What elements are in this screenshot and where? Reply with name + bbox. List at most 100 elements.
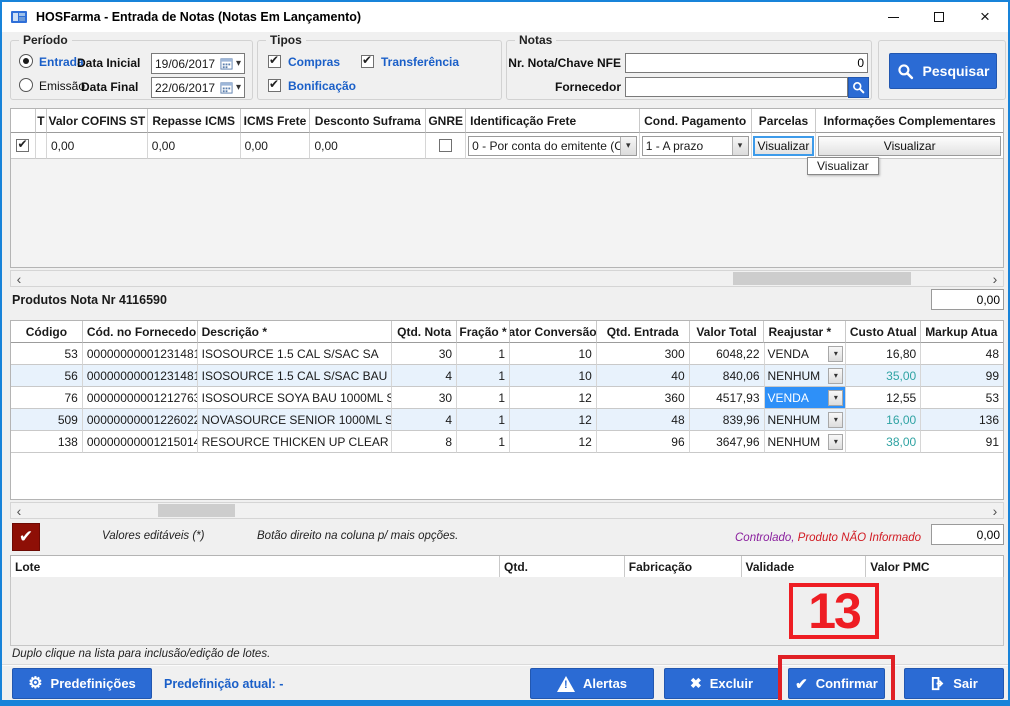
fornecedor-input[interactable]: [629, 80, 844, 94]
cond-pagamento-select[interactable]: 1 - A prazo ▾: [642, 136, 749, 156]
products-grid-hscrollbar[interactable]: ‹ ›: [10, 502, 1004, 519]
chevron-down-icon[interactable]: ▾: [828, 368, 843, 384]
scroll-left-icon[interactable]: ‹: [11, 271, 27, 286]
reajustar-select-focused[interactable]: VENDA▾: [767, 389, 844, 407]
cell-cod-fornecedor[interactable]: 000000000012127630: [83, 387, 198, 409]
reajustar-select[interactable]: NENHUM▾: [767, 367, 844, 385]
calendar-icon[interactable]: [220, 81, 233, 94]
chevron-down-icon[interactable]: ▾: [732, 137, 748, 155]
checkbox-bonificacao-label[interactable]: Bonificação: [288, 79, 356, 93]
cell-descricao[interactable]: NOVASOURCE SENIOR 1000ML SA: [198, 409, 393, 431]
cell-fracao[interactable]: 1: [457, 343, 510, 365]
scroll-right-icon[interactable]: ›: [987, 503, 1003, 518]
cell-custo-atual[interactable]: 38,00: [846, 431, 921, 453]
info-complementares-visualizar-button[interactable]: Visualizar: [818, 136, 1001, 156]
cell-qtd-nota[interactable]: 30: [392, 343, 457, 365]
cell-cod-fornecedor[interactable]: 000000000012150146: [83, 431, 198, 453]
fornecedor-search-button[interactable]: [848, 77, 869, 98]
cell-qtd-nota[interactable]: 4: [392, 365, 457, 387]
product-row[interactable]: 509 000000000012260227 NOVASOURCE SENIOR…: [11, 409, 1003, 431]
product-row[interactable]: 56 000000000012314811 ISOSOURCE 1.5 CAL …: [11, 365, 1003, 387]
cell-markup[interactable]: 91: [921, 431, 1003, 453]
reajustar-select[interactable]: VENDA▾: [767, 345, 844, 363]
cell-qtd-entrada[interactable]: 300: [597, 343, 690, 365]
parcelas-visualizar-button[interactable]: Visualizar: [753, 136, 815, 156]
cell-cod-fornecedor[interactable]: 000000000012260227: [83, 409, 198, 431]
cell-t[interactable]: [36, 133, 47, 159]
cell-fator-conversao[interactable]: 10: [510, 365, 597, 387]
chevron-down-icon[interactable]: ▾: [236, 58, 241, 69]
radio-emissao-label[interactable]: Emissão: [39, 79, 85, 93]
cell-fracao[interactable]: 1: [457, 365, 510, 387]
radio-entrada[interactable]: [19, 54, 33, 68]
cell-valor-total[interactable]: 3647,96: [690, 431, 765, 453]
cell-codigo[interactable]: 509: [11, 409, 83, 431]
chevron-down-icon[interactable]: ▾: [828, 412, 843, 428]
cell-valor-total[interactable]: 840,06: [690, 365, 765, 387]
product-row[interactable]: 138 000000000012150146 RESOURCE THICKEN …: [11, 431, 1003, 453]
produtos-total-input[interactable]: [935, 293, 1000, 307]
cell-repasse-icms[interactable]: 0,00: [148, 133, 241, 159]
cell-custo-atual[interactable]: 12,55: [846, 387, 921, 409]
checkbox-compras-label[interactable]: Compras: [288, 55, 340, 69]
reajustar-select[interactable]: NENHUM▾: [767, 411, 844, 429]
note-selected-checkbox[interactable]: [16, 139, 29, 152]
cell-descricao[interactable]: ISOSOURCE 1.5 CAL S/SAC SA: [198, 343, 393, 365]
cell-markup[interactable]: 136: [921, 409, 1003, 431]
cell-markup[interactable]: 53: [921, 387, 1003, 409]
chevron-down-icon[interactable]: ▾: [828, 390, 843, 406]
cell-valor-cofins-st[interactable]: 0,00: [47, 133, 148, 159]
checkbox-transferencia[interactable]: [361, 55, 374, 68]
cell-desconto-suframa[interactable]: 0,00: [310, 133, 426, 159]
cell-codigo[interactable]: 56: [11, 365, 83, 387]
close-button[interactable]: ×: [962, 2, 1008, 32]
chevron-down-icon[interactable]: ▾: [828, 346, 843, 362]
predefinicoes-button[interactable]: ⚙ Predefinições: [12, 668, 152, 699]
radio-emissao[interactable]: [19, 78, 33, 92]
legend-value-input[interactable]: [935, 528, 1000, 542]
confirmar-button[interactable]: ✔ Confirmar: [788, 668, 885, 699]
cell-icms-frete[interactable]: 0,00: [241, 133, 311, 159]
data-inicial-field[interactable]: 19/06/2017 ▾: [151, 53, 245, 74]
alertas-button[interactable]: Alertas: [530, 668, 654, 699]
cell-valor-total[interactable]: 6048,22: [690, 343, 765, 365]
cell-qtd-entrada[interactable]: 40: [597, 365, 690, 387]
cell-qtd-entrada[interactable]: 96: [597, 431, 690, 453]
cell-custo-atual[interactable]: 16,80: [846, 343, 921, 365]
notes-grid-hscrollbar[interactable]: ‹ ›: [10, 270, 1004, 287]
cell-fator-conversao[interactable]: 12: [510, 387, 597, 409]
cell-descricao[interactable]: ISOSOURCE 1.5 CAL S/SAC BAU SF: [198, 365, 393, 387]
maximize-button[interactable]: [916, 2, 962, 32]
cell-codigo[interactable]: 53: [11, 343, 83, 365]
scrollbar-thumb[interactable]: [158, 504, 235, 517]
cell-codigo[interactable]: 76: [11, 387, 83, 409]
cell-qtd-nota[interactable]: 30: [392, 387, 457, 409]
cell-custo-atual[interactable]: 16,00: [846, 409, 921, 431]
cell-qtd-nota[interactable]: 8: [392, 431, 457, 453]
sair-button[interactable]: Sair: [904, 668, 1004, 699]
scrollbar-thumb[interactable]: [733, 272, 911, 285]
chevron-down-icon[interactable]: ▾: [828, 434, 843, 450]
scroll-right-icon[interactable]: ›: [987, 271, 1003, 286]
product-row[interactable]: 53 000000000012314810 ISOSOURCE 1.5 CAL …: [11, 343, 1003, 365]
cell-valor-total[interactable]: 4517,93: [690, 387, 765, 409]
cell-codigo[interactable]: 138: [11, 431, 83, 453]
cell-cod-fornecedor[interactable]: 000000000012314811: [83, 365, 198, 387]
cell-markup[interactable]: 48: [921, 343, 1003, 365]
cell-markup[interactable]: 99: [921, 365, 1003, 387]
product-row[interactable]: 76 000000000012127630 ISOSOURCE SOYA BAU…: [11, 387, 1003, 409]
checkbox-transferencia-label[interactable]: Transferência: [381, 55, 459, 69]
identificacao-frete-select[interactable]: 0 - Por conta do emitente (CIF) ▾: [468, 136, 637, 156]
cell-descricao[interactable]: ISOSOURCE SOYA BAU 1000ML SA: [198, 387, 393, 409]
cell-fator-conversao[interactable]: 10: [510, 343, 597, 365]
checkbox-compras[interactable]: [268, 55, 281, 68]
cell-fracao[interactable]: 1: [457, 409, 510, 431]
reajustar-select[interactable]: NENHUM▾: [767, 433, 844, 451]
chevron-down-icon[interactable]: ▾: [236, 82, 241, 93]
minimize-button[interactable]: [870, 2, 916, 32]
chevron-down-icon[interactable]: ▾: [620, 137, 636, 155]
cell-custo-atual[interactable]: 35,00: [846, 365, 921, 387]
gnre-checkbox[interactable]: [439, 139, 452, 152]
cell-valor-total[interactable]: 839,96: [690, 409, 765, 431]
scroll-left-icon[interactable]: ‹: [11, 503, 27, 518]
